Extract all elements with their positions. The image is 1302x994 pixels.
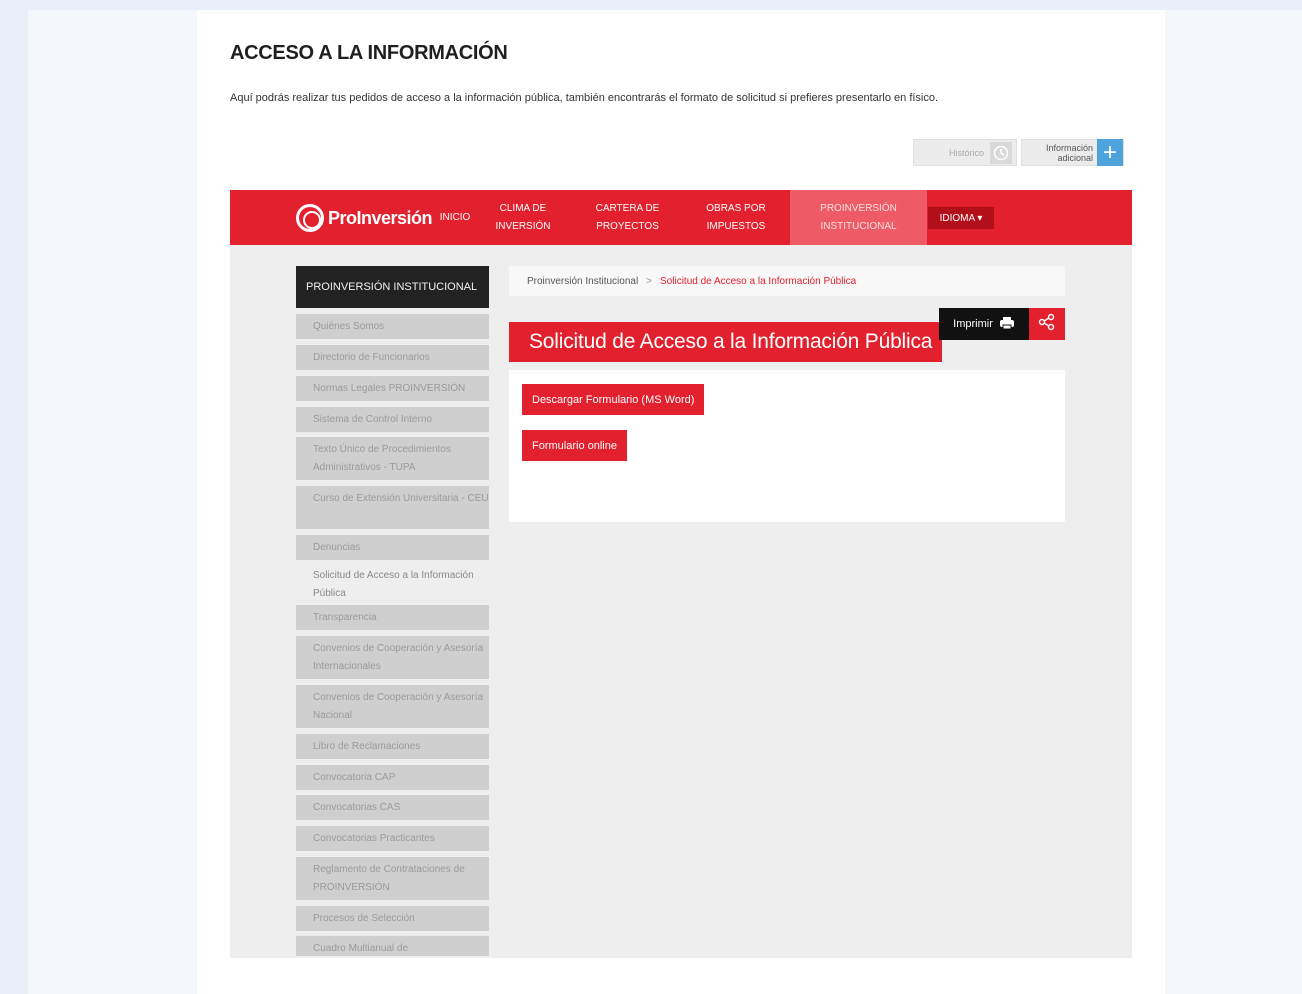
sidebar-heading: PROINVERSIÓN INSTITUCIONAL [296, 266, 489, 308]
sidebar-item[interactable]: Texto Único de Procedimientos Administra… [296, 437, 489, 482]
section-title: Solicitud de Acceso a la Información Púb… [509, 322, 942, 362]
sidebar-item[interactable]: Transparencia [296, 605, 489, 632]
embedded-site-screenshot: ProInversión INICIO CLIMA DE INVERSIÓN CA… [230, 190, 1132, 958]
sidebar-item[interactable]: Normas Legales PROINVERSIÓN [296, 376, 489, 403]
printer-icon [999, 316, 1015, 333]
sidebar-item[interactable]: Cuadro Multianual de [296, 936, 489, 958]
download-form-button[interactable]: Descargar Formulario (MS Word) [522, 384, 705, 415]
clock-icon [990, 141, 1012, 164]
sidebar-item[interactable]: Procesos de Selección [296, 906, 489, 933]
sidebar-item[interactable]: Convocatorias CAS [296, 795, 489, 822]
nav-label-line1: OBRAS POR [706, 202, 766, 214]
sidebar-item[interactable]: Quiénes Somos [296, 314, 489, 341]
breadcrumb-separator: > [646, 275, 653, 287]
nav-item-obras[interactable]: OBRAS POR IMPUESTOS [692, 190, 780, 245]
sidebar-item[interactable]: Convenios de Cooperación y Asesoría Inte… [296, 636, 489, 681]
historico-label: Histórico [948, 147, 984, 158]
nav-item-institucional[interactable]: PROINVERSIÓN INSTITUCIONAL [790, 190, 927, 245]
nav-label: PROINVERSIÓN INSTITUCIONAL [820, 200, 897, 236]
info-label-line1: Información [1045, 142, 1093, 153]
sidebar-item[interactable]: Libro de Reclamaciones [296, 734, 489, 761]
nav-label: OBRAS POR IMPUESTOS [706, 200, 765, 236]
sidebar-item[interactable]: Convocatoria CAP [296, 765, 489, 792]
nav-label-line1: PROINVERSIÓN [820, 202, 897, 214]
logo-text: ProInversión [328, 207, 433, 228]
nav-label-line1: CLIMA DE [499, 202, 547, 214]
breadcrumb-current: Solicitud de Acceso a la Información Púb… [660, 275, 857, 287]
sidebar-item[interactable]: Reglamento de Contrataciones de PROINVER… [296, 857, 489, 902]
sidebar-item[interactable]: Sistema de Control Interno [296, 407, 489, 434]
nav-label: CARTERA DE PROYECTOS [596, 200, 660, 236]
logo-mark-icon [296, 204, 324, 232]
sidebar-item[interactable]: Convocatorias Practicantes [296, 826, 489, 853]
informacion-adicional-button[interactable]: Información adicional + [1021, 139, 1124, 166]
breadcrumb: Proinversión Institucional > Solicitud d… [509, 266, 1065, 296]
nav-label-line2: INSTITUCIONAL [820, 220, 897, 232]
nav-label-line2: INVERSIÓN [495, 220, 551, 232]
nav-label: CLIMA DE INVERSIÓN [495, 200, 550, 236]
nav-item-inicio[interactable]: INICIO [430, 190, 480, 245]
page-margin [0, 0, 28, 994]
sidebar-item[interactable]: Convenios de Cooperación y Asesoría Naci… [296, 685, 489, 730]
imprimir-button[interactable]: Imprimir [939, 308, 1029, 340]
share-button[interactable] [1029, 308, 1065, 340]
page-title: ACCESO A LA INFORMACIÓN [230, 42, 508, 64]
nav-item-cartera[interactable]: CARTERA DE PROYECTOS [580, 190, 675, 245]
breadcrumb-parent[interactable]: Proinversión Institucional [527, 276, 638, 287]
imprimir-label: Imprimir [953, 318, 993, 330]
idioma-dropdown[interactable]: IDIOMA ▾ [928, 207, 994, 229]
nav-label: INICIO [439, 211, 471, 223]
sidebar-item[interactable]: Curso de Extensión Universitaria - CEU [296, 486, 489, 531]
sidebar-item-current[interactable]: Solicitud de Acceso a la Información Púb… [296, 563, 489, 603]
info-label-line2: adicional [1057, 152, 1093, 163]
sidebar-item[interactable]: Denuncias [296, 535, 489, 562]
site-navbar: ProInversión INICIO CLIMA DE INVERSIÓN CA… [230, 190, 1132, 245]
info-label: Información adicional [1046, 143, 1093, 163]
historico-button[interactable]: Histórico [913, 139, 1017, 166]
plus-icon: + [1097, 139, 1123, 166]
nav-label-line1: CARTERA DE [595, 202, 660, 214]
proinversion-logo[interactable]: ProInversión [296, 204, 433, 232]
nav-label-line2: IMPUESTOS [706, 220, 766, 232]
sidebar-item[interactable]: Directorio de Funcionarios [296, 345, 489, 372]
online-form-button[interactable]: Formulario online [522, 430, 627, 461]
page-description: Aquí podrás realizar tus pedidos de acce… [230, 92, 939, 104]
nav-label-line2: PROYECTOS [596, 220, 659, 232]
nav-item-clima[interactable]: CLIMA DE INVERSIÓN [485, 190, 561, 245]
share-icon [1038, 313, 1056, 336]
